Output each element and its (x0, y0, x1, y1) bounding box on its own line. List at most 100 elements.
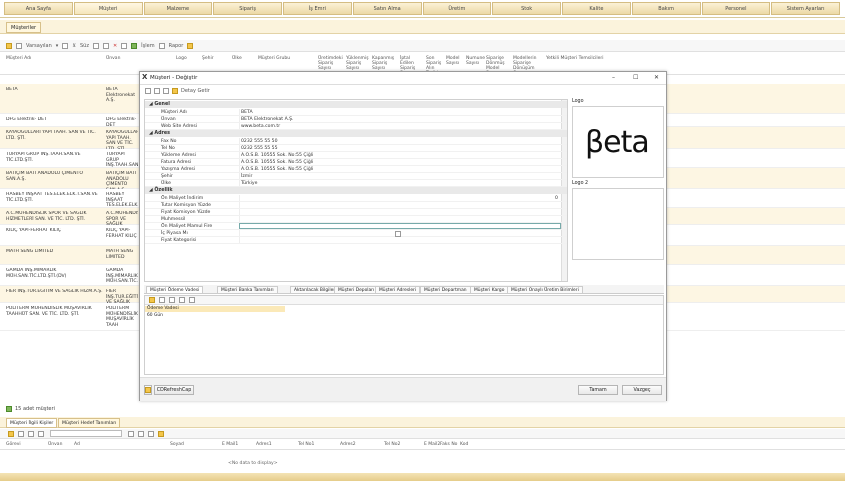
edit-icon[interactable] (102, 42, 109, 49)
tab-musteriler[interactable]: Müşteriler (6, 22, 42, 33)
column-header[interactable]: Ünvan (106, 56, 174, 61)
delete-icon[interactable] (189, 297, 195, 303)
grid-icon[interactable] (138, 431, 144, 437)
new-icon[interactable] (18, 431, 24, 437)
new-icon[interactable] (92, 42, 99, 49)
folder-icon[interactable] (6, 42, 12, 49)
column-header[interactable]: Adres2 (340, 442, 356, 447)
detail-icon[interactable] (172, 88, 178, 94)
menu-tab[interactable]: Sistem Ayarları (771, 2, 840, 15)
dialog-tab[interactable]: Müşteri Ödeme Vadesi (146, 286, 204, 294)
minimize-icon[interactable]: – (612, 74, 615, 81)
cancel-button[interactable]: Vazgeç (622, 385, 662, 395)
tab-contacts[interactable]: Müşteri İlgili Kişiler (6, 418, 58, 428)
column-header[interactable]: Üretimdeki Sipariş Sayısı (318, 56, 344, 71)
dialog-tab[interactable]: Müşteri Banka Tanımları (217, 286, 278, 294)
refresh-button[interactable]: CDRefreshCap (154, 385, 194, 395)
dialog-tab[interactable]: Müşteri Depoları (334, 286, 379, 294)
property-row[interactable]: Ön Maliyet Mamul Fire (145, 223, 567, 230)
column-header[interactable]: Yüklenmiş Sipariş Sayısı (346, 56, 370, 71)
property-row[interactable]: Yükleme Adresi A.O.S.B. 10555 Sok. No:55 … (145, 152, 567, 159)
property-row[interactable]: Fiyat Kategorisi (145, 237, 567, 244)
property-value-cell[interactable] (239, 123, 561, 129)
column-header[interactable]: Tel No2 (384, 442, 400, 447)
forward-icon[interactable] (154, 88, 160, 94)
property-value-cell[interactable] (239, 173, 561, 179)
column-header[interactable]: Görevi (6, 442, 21, 447)
menu-tab[interactable]: Personel (701, 2, 771, 15)
column-header[interactable]: Ünvan (48, 442, 62, 447)
layout-select[interactable]: Varsayılan (26, 43, 52, 49)
menu-tab[interactable]: Malzeme (143, 2, 213, 15)
copy-icon[interactable] (169, 297, 175, 303)
column-header[interactable]: Numune Sayısı (466, 56, 485, 66)
save-icon[interactable] (62, 42, 69, 49)
property-row[interactable]: Ön Maliyet İndirim 0 (145, 195, 567, 202)
property-value-cell[interactable] (239, 138, 561, 144)
column-header[interactable]: Kapanmış Sipariş Sayısı (372, 56, 398, 71)
property-row[interactable]: Tutar Komisyon Yüzde (145, 202, 567, 209)
section-header[interactable]: ◢ Adres (145, 130, 567, 137)
copy-icon[interactable] (28, 431, 34, 437)
column-header[interactable]: Faks No (440, 442, 457, 447)
section-header[interactable]: ◢ Genel (145, 101, 567, 108)
dialog-tab[interactable]: Müşteri Adresleri (375, 286, 421, 294)
property-row[interactable]: Fiyat Komisyon Yüzde (145, 209, 567, 216)
new-icon[interactable] (159, 297, 165, 303)
property-value-cell[interactable] (239, 216, 561, 222)
column-header[interactable]: Model Sayısı (446, 56, 464, 66)
property-value-cell[interactable] (239, 209, 561, 215)
column-header[interactable]: Yetkili Müşteri Temsilcileri (546, 56, 606, 61)
folder-icon[interactable] (149, 297, 155, 303)
logo-image[interactable]: βeta (572, 106, 664, 178)
export-icon[interactable] (158, 431, 164, 437)
column-header[interactable]: Tel No1 (298, 442, 314, 447)
refresh-icon[interactable] (163, 88, 169, 94)
column-header[interactable]: Ülke (232, 56, 256, 61)
layout-select[interactable] (50, 430, 122, 437)
property-value-cell[interactable] (239, 145, 561, 151)
menu-tab[interactable]: Üretim (422, 2, 492, 15)
ok-button[interactable]: Tamam (578, 385, 618, 395)
process-button[interactable]: İşlem (141, 43, 154, 49)
property-row[interactable]: Ülke Türkiye (145, 180, 567, 187)
dialog-tab[interactable]: Aktarılacak Bilgiler (290, 286, 340, 294)
menu-tab[interactable]: Sipariş (213, 2, 282, 15)
menu-tab[interactable]: Stok (492, 2, 561, 15)
property-row[interactable]: Muhmessil (145, 216, 567, 223)
column-header[interactable]: Soyad (170, 442, 184, 447)
menu-tab[interactable]: İş Emri (283, 2, 352, 15)
export-icon[interactable] (187, 42, 194, 49)
dialog-tab[interactable]: Müşteri Onaylı Üretim Birimleri (507, 286, 583, 294)
detail-fetch-button[interactable]: Detay Getir (181, 88, 210, 94)
save-icon[interactable] (128, 431, 134, 437)
menu-tab[interactable]: Müşteri (73, 2, 143, 15)
dialog-tab[interactable]: Müşteri Kargo (470, 286, 509, 294)
property-value-cell[interactable] (239, 109, 561, 115)
property-value-cell[interactable] (239, 237, 561, 243)
column-header[interactable]: Adres1 (256, 442, 272, 447)
column-header[interactable]: Şehir (202, 56, 230, 61)
property-value-cell[interactable] (239, 180, 561, 186)
maximize-icon[interactable]: ☐ (633, 74, 638, 81)
column-header[interactable]: E Mail1 (222, 442, 238, 447)
property-row[interactable]: Ünvan BETA Elektronekat A.Ş. (145, 116, 567, 123)
dialog-tab[interactable]: Müşteri Departman (420, 286, 471, 294)
delete-icon[interactable]: ✕ (113, 43, 117, 49)
grid-layout-icon[interactable] (16, 42, 22, 49)
menu-tab[interactable]: Kalite (562, 2, 631, 15)
property-row[interactable]: Şehir İzmir (145, 173, 567, 180)
copy-icon[interactable] (121, 42, 128, 49)
property-row[interactable]: Fax No 0232 555 55 50 (145, 138, 567, 145)
property-row[interactable]: Müşteri Adı BETA (145, 109, 567, 116)
logo2-image[interactable] (572, 188, 664, 260)
column-header[interactable]: Kod (460, 442, 468, 447)
menu-tab[interactable]: Satın Alma (352, 2, 422, 15)
column-header[interactable]: Ad (74, 442, 80, 447)
property-row[interactable]: Tel No 0232 555 55 55 (145, 145, 567, 152)
payment-term-value[interactable]: 60 Gün (145, 313, 285, 319)
menu-tab[interactable]: Bakım (631, 2, 701, 15)
filter-button[interactable]: Süz (80, 43, 89, 49)
refresh-icon[interactable] (144, 385, 152, 395)
menu-tab[interactable]: Ana Sayfa (4, 2, 73, 15)
